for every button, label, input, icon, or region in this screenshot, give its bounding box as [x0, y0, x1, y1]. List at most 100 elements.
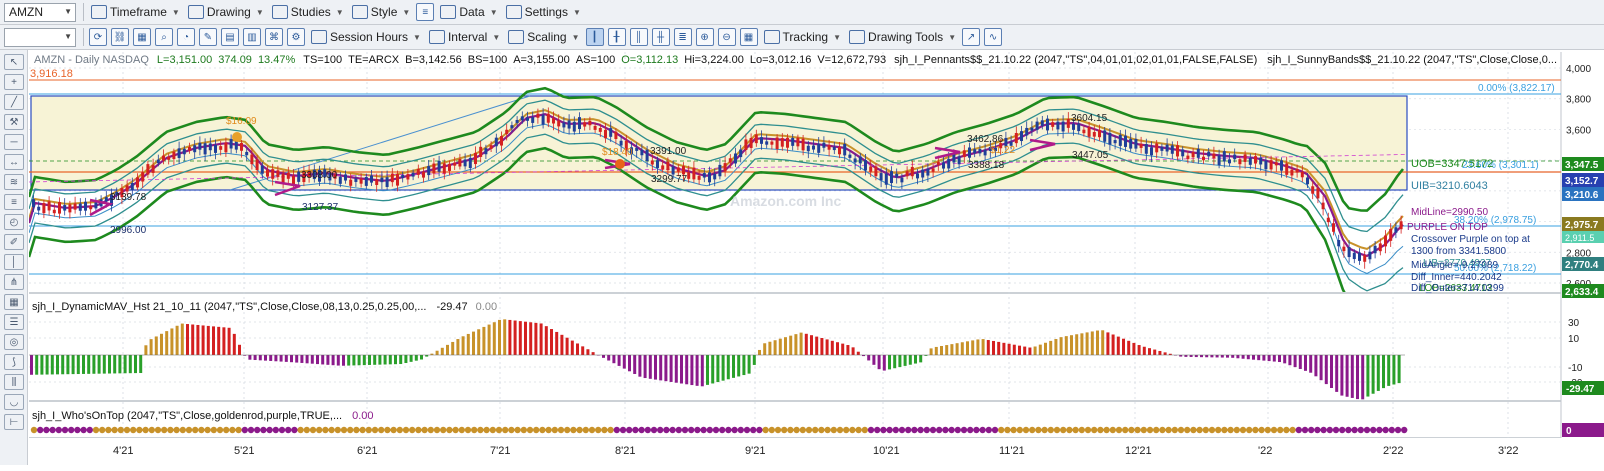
- histogram-bar: [482, 326, 486, 355]
- candle-body: [609, 128, 613, 137]
- diff-outer-label: Diff_Outer=714.0299: [1411, 283, 1504, 294]
- histogram-bar: [362, 355, 366, 366]
- candle-body: [562, 122, 566, 128]
- histogram-bar: [248, 355, 252, 360]
- candle-body: [1056, 121, 1060, 130]
- histogram-bar: [960, 342, 964, 355]
- candle-body: [292, 175, 295, 185]
- candle-body: [806, 145, 810, 152]
- whosontop-dot: [551, 426, 558, 434]
- candle-body: [203, 143, 207, 155]
- whosontop-dot: [694, 426, 701, 434]
- histogram-bar: [87, 355, 91, 374]
- candle-body: [364, 176, 368, 186]
- histogram-bar: [201, 325, 205, 355]
- candle-body: [822, 142, 826, 148]
- histogram-bar: [342, 355, 345, 366]
- whosontop-dot: [421, 426, 428, 434]
- candle-body: [1285, 163, 1289, 175]
- histogram-bar: [1038, 344, 1042, 355]
- histogram-bar: [737, 355, 741, 377]
- histogram-bar: [1361, 355, 1365, 400]
- candle-body: [1378, 243, 1382, 252]
- whosontop-dot: [328, 426, 335, 434]
- time-tick-label: 9'21: [745, 445, 765, 457]
- whosontop-title-line: sjh_I_Who'sOnTop (2047,"TS",Close,golden…: [32, 410, 374, 422]
- candle-body: [73, 203, 77, 210]
- histogram-bar: [352, 355, 356, 366]
- candle-body: [978, 149, 982, 154]
- candle-body: [380, 177, 384, 183]
- candle-body: [136, 177, 139, 188]
- histogram-bar: [383, 355, 387, 365]
- whosontop-dot: [396, 426, 403, 434]
- candle-body: [936, 161, 940, 165]
- whosontop-dot: [340, 426, 348, 434]
- candle-body: [1222, 151, 1226, 162]
- histogram-bar: [258, 355, 262, 361]
- whosontop-dot: [923, 426, 930, 434]
- whosontop-dot: [1215, 426, 1222, 434]
- whosontop-dot: [1252, 426, 1259, 434]
- whosontop-dot: [1227, 426, 1234, 434]
- histogram-bar: [310, 355, 314, 364]
- whosontop-dot: [960, 426, 968, 434]
- whosontop-dot: [384, 426, 391, 434]
- whosontop-dot: [793, 426, 800, 434]
- histogram-bar: [1387, 355, 1391, 386]
- whosontop-dot: [464, 426, 472, 434]
- legend-line: AMZN - Daily NASDAQ L=3,151.00 374.09 13.47…: [34, 54, 1557, 66]
- histogram-bar: [1340, 355, 1344, 396]
- candle-body: [427, 166, 431, 176]
- whosontop-dot: [1320, 426, 1327, 434]
- candle-body: [515, 119, 519, 124]
- histogram-bar: [565, 337, 569, 355]
- histogram-bar: [61, 355, 65, 375]
- histogram-bar: [1278, 355, 1281, 363]
- whosontop-dot: [390, 426, 397, 434]
- histogram-bar: [30, 355, 33, 375]
- bidsize-value: BS=100: [468, 54, 507, 66]
- candle-body: [396, 174, 399, 186]
- histogram-bar: [1163, 352, 1167, 355]
- whosontop-dot: [1326, 426, 1334, 434]
- candle-body: [1228, 159, 1231, 164]
- whosontop-dot: [973, 426, 980, 434]
- time-tick-label: 12'21: [1125, 445, 1152, 457]
- whosontop-dot: [185, 426, 193, 434]
- whosontop-dot: [1196, 426, 1203, 434]
- candle-body: [1264, 160, 1268, 170]
- candle-body: [1170, 145, 1174, 154]
- whosontop-dot: [353, 426, 360, 434]
- histogram-bar: [539, 323, 543, 355]
- time-axis[interactable]: [29, 438, 1604, 471]
- histogram-bar: [570, 340, 574, 355]
- whosontop-dot: [650, 426, 658, 434]
- candle-body: [1394, 227, 1398, 233]
- histogram-bar: [508, 319, 512, 355]
- candle-body: [250, 154, 254, 165]
- histogram-bar: [534, 322, 538, 355]
- histogram-bar: [1142, 346, 1146, 355]
- histogram-bar: [222, 327, 226, 355]
- candle-body: [697, 175, 701, 180]
- chart-area[interactable]: AMZN - Daily NASDAQ L=3,151.00 374.09 13.47…: [0, 0, 1604, 471]
- histogram-bar: [420, 355, 423, 360]
- whosontop-dot: [154, 426, 162, 434]
- candle-body: [214, 144, 217, 153]
- whosontop-dot: [1382, 426, 1389, 434]
- histogram-bar: [659, 355, 663, 381]
- whosontop-dot: [843, 426, 850, 434]
- candle-body: [942, 162, 945, 169]
- histogram-bar: [264, 355, 267, 361]
- histogram-bar: [810, 335, 813, 355]
- histogram-bar: [1231, 355, 1235, 358]
- candle-body: [1347, 246, 1351, 258]
- ts-value: TS=100: [303, 54, 342, 66]
- candle-body: [484, 148, 488, 155]
- whosontop-dot: [663, 426, 670, 434]
- histogram-bar: [1345, 355, 1349, 397]
- histogram-bar: [893, 355, 897, 369]
- whosontop-dot: [1258, 426, 1265, 434]
- whosontop-dot: [1177, 426, 1185, 434]
